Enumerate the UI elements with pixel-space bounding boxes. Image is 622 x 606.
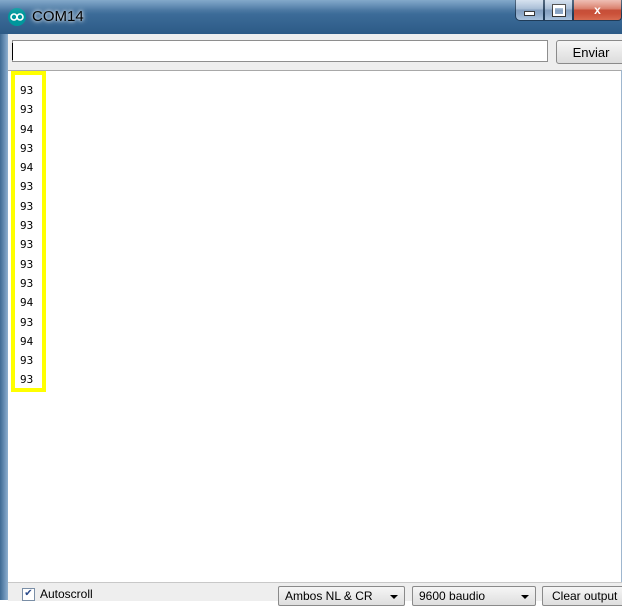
minimize-icon: [524, 11, 535, 16]
window-frame-left: [0, 34, 8, 600]
autoscroll-toggle[interactable]: ✔ Autoscroll: [22, 587, 93, 601]
window-title: COM14: [32, 8, 84, 25]
title-bar: COM14 x: [0, 0, 622, 34]
autoscroll-label: Autoscroll: [40, 587, 93, 601]
send-button[interactable]: Enviar: [556, 40, 622, 64]
autoscroll-checkbox[interactable]: ✔: [22, 587, 35, 601]
baud-rate-value: 9600 baudio: [419, 589, 486, 603]
check-icon: ✔: [24, 588, 33, 599]
clear-output-button[interactable]: Clear output: [542, 586, 622, 606]
send-row: Enviar: [8, 34, 622, 70]
arduino-icon: [8, 8, 26, 26]
window-controls: x: [515, 0, 622, 22]
chevron-down-icon: [390, 595, 398, 599]
line-ending-select[interactable]: Ambos NL & CR: [278, 586, 405, 606]
close-icon: x: [594, 3, 601, 17]
baud-rate-select[interactable]: 9600 baudio: [412, 586, 536, 606]
maximize-button[interactable]: [544, 0, 573, 21]
text-caret: [12, 43, 13, 60]
highlight-box: [11, 71, 46, 392]
serial-output-area[interactable]: 93 93 94 93 94 93 93 93 93 93 93 94 93 94 93 93: [8, 70, 621, 583]
line-ending-value: Ambos NL & CR: [285, 589, 373, 603]
close-button[interactable]: x: [573, 0, 622, 21]
maximize-icon: [551, 3, 566, 17]
minimize-button[interactable]: [515, 0, 544, 21]
serial-send-input[interactable]: [12, 40, 548, 62]
status-bar: ✔ Autoscroll Ambos NL & CR 9600 baudio C…: [8, 582, 622, 606]
chevron-down-icon: [521, 595, 529, 599]
